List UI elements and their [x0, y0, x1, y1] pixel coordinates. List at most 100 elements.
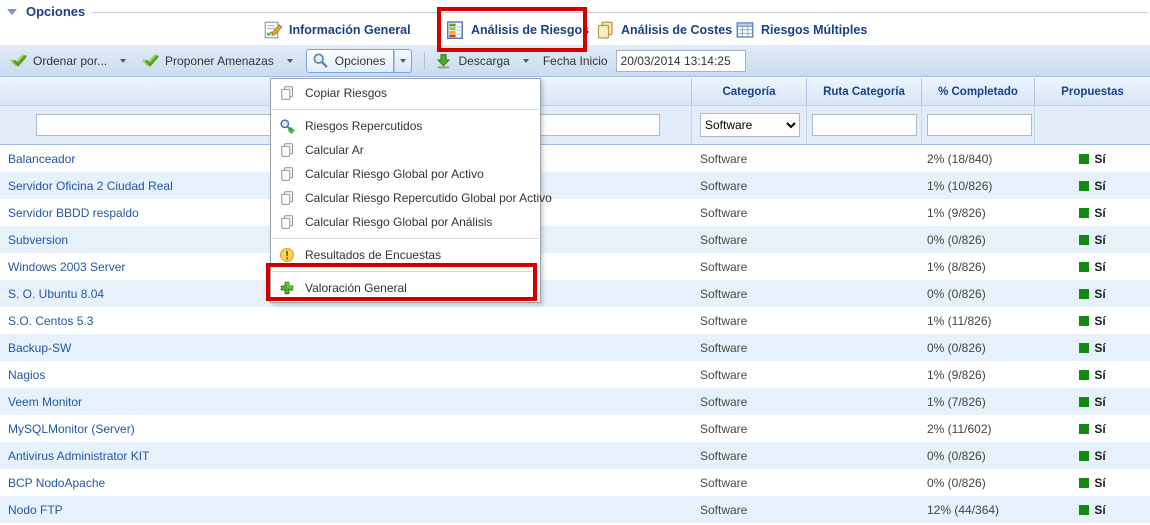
table-row[interactable]: BCP NodoApache Software 0% (0/826) Sí — [0, 469, 1150, 496]
propose-threats-button[interactable]: Proponer Amenazas — [142, 52, 293, 69]
category-cell: Software — [692, 496, 807, 523]
table-row[interactable]: Servidor Oficina 2 Ciudad Real Software … — [0, 172, 1150, 199]
top-tab-bar: Información General Análisis de Riesgos … — [0, 15, 1150, 45]
asset-name-cell: BCP NodoApache — [0, 469, 692, 496]
copy-page-icon — [279, 190, 295, 206]
completed-cell: 0% (0/826) — [922, 226, 1035, 253]
column-header-ruta-categoria[interactable]: Ruta Categoría — [807, 78, 922, 105]
table-row[interactable]: Windows 2003 Server Software 1% (8/826) … — [0, 253, 1150, 280]
table-row[interactable]: S. O. Ubuntu 8.04 Software 0% (0/826) Sí — [0, 280, 1150, 307]
download-button[interactable]: Descarga — [435, 52, 528, 69]
grid-table-icon — [735, 20, 755, 40]
completed-cell: 0% (0/826) — [922, 280, 1035, 307]
route-category-filter-input[interactable] — [812, 114, 917, 136]
add-icon — [279, 280, 295, 296]
proposals-cell: Sí — [1035, 145, 1150, 172]
completed-cell: 2% (11/602) — [922, 415, 1035, 442]
menu-item-calcular-riesgo-global-por-activo[interactable]: Calcular Riesgo Global por Activo — [271, 162, 540, 186]
table-row[interactable]: MySQLMonitor (Server) Software 2% (11/60… — [0, 415, 1150, 442]
route-category-cell — [807, 253, 922, 280]
table-row[interactable]: Nodo FTP Software 12% (44/364) Sí — [0, 496, 1150, 523]
legend-divider — [92, 12, 1148, 13]
table-row[interactable]: Antivirus Administrator KIT Software 0% … — [0, 442, 1150, 469]
asset-name-cell: Nagios — [0, 361, 692, 388]
start-date-input[interactable] — [616, 50, 746, 72]
route-category-cell — [807, 226, 922, 253]
start-date-label: Fecha Inicio — [543, 54, 608, 68]
route-category-cell — [807, 415, 922, 442]
asset-name-cell: Nodo FTP — [0, 496, 692, 523]
column-header-categoria[interactable]: Categoría — [692, 78, 807, 105]
table-row[interactable]: Backup-SW Software 0% (0/826) Sí — [0, 334, 1150, 361]
completed-filter-input[interactable] — [927, 114, 1032, 136]
proposal-value: Sí — [1094, 341, 1105, 355]
proposals-cell: Sí — [1035, 361, 1150, 388]
proposal-green-square-icon — [1079, 289, 1089, 299]
tab-analisis-de-costes[interactable]: Análisis de Costes — [595, 15, 732, 45]
table-row[interactable]: Veem Monitor Software 1% (7/826) Sí — [0, 388, 1150, 415]
menu-item-calcular-ar[interactable]: Calcular Ar — [271, 138, 540, 162]
proposals-cell: Sí — [1035, 388, 1150, 415]
proposal-green-square-icon — [1079, 343, 1089, 353]
copy-page-icon — [279, 142, 295, 158]
menu-item-copiar-riesgos[interactable]: Copiar Riesgos — [271, 81, 540, 105]
proposal-value: Sí — [1094, 368, 1105, 382]
table-row[interactable]: Nagios Software 1% (9/826) Sí — [0, 361, 1150, 388]
route-category-cell — [807, 361, 922, 388]
category-cell: Software — [692, 145, 807, 172]
route-category-cell — [807, 145, 922, 172]
proposals-cell: Sí — [1035, 199, 1150, 226]
proposal-green-square-icon — [1079, 208, 1089, 218]
proposal-value: Sí — [1094, 233, 1105, 247]
completed-cell: 1% (7/826) — [922, 388, 1035, 415]
table-row[interactable]: Balanceador Software 2% (18/840) Sí — [0, 145, 1150, 172]
menu-item-calcular-riesgo-global-por-analisis[interactable]: Calcular Riesgo Global por Análisis — [271, 210, 540, 234]
proposal-green-square-icon — [1079, 505, 1089, 515]
tab-riesgos-multiples[interactable]: Riesgos Múltiples — [735, 15, 867, 45]
menu-separator — [272, 271, 539, 272]
column-header-completado[interactable]: % Completado — [922, 78, 1035, 105]
completed-cell: 0% (0/826) — [922, 469, 1035, 496]
proposals-cell: Sí — [1035, 469, 1150, 496]
proposal-green-square-icon — [1079, 262, 1089, 272]
category-cell: Software — [692, 442, 807, 469]
chevron-down-icon — [120, 59, 126, 63]
route-category-cell — [807, 469, 922, 496]
tab-informacion-general[interactable]: Información General — [263, 15, 411, 45]
proposal-green-square-icon — [1079, 235, 1089, 245]
category-cell: Software — [692, 388, 807, 415]
proposal-value: Sí — [1094, 287, 1105, 301]
column-header-propuestas[interactable]: Propuestas — [1035, 78, 1150, 105]
menu-item-valoracion-general[interactable]: Valoración General — [271, 276, 540, 300]
route-category-cell — [807, 334, 922, 361]
magnifier-icon — [312, 52, 329, 69]
sort-by-button[interactable]: Ordenar por... — [10, 52, 126, 69]
options-button[interactable]: Opciones — [306, 49, 395, 73]
asset-name-cell: MySQLMonitor (Server) — [0, 415, 692, 442]
options-split-button: Opciones — [306, 49, 413, 73]
chevron-down-icon — [523, 59, 529, 63]
proposals-cell: Sí — [1035, 253, 1150, 280]
table-row[interactable]: S.O. Centos 5.3 Software 1% (11/826) Sí — [0, 307, 1150, 334]
menu-item-resultados-de-encuestas[interactable]: Resultados de Encuestas — [271, 243, 540, 267]
category-filter-select[interactable]: Software — [700, 113, 800, 137]
route-category-cell — [807, 496, 922, 523]
proposal-value: Sí — [1094, 206, 1105, 220]
search-plus-icon — [279, 118, 295, 134]
category-cell: Software — [692, 307, 807, 334]
options-menu-arrow-button[interactable] — [394, 49, 412, 73]
category-cell: Software — [692, 226, 807, 253]
proposals-cell: Sí — [1035, 415, 1150, 442]
grid-toolbar: Ordenar por... Proponer Amenazas Opcione… — [0, 45, 1150, 77]
menu-item-calcular-riesgo-repercutido-global-por-activo[interactable]: Calcular Riesgo Repercutido Global por A… — [271, 186, 540, 210]
grid-filter-row: Software — [0, 106, 1150, 145]
proposals-cell: Sí — [1035, 496, 1150, 523]
category-cell: Software — [692, 469, 807, 496]
table-row[interactable]: Servidor BBDD respaldo Software 1% (9/82… — [0, 199, 1150, 226]
route-category-cell — [807, 307, 922, 334]
proposal-green-square-icon — [1079, 478, 1089, 488]
table-row[interactable]: Subversion Software 0% (0/826) Sí — [0, 226, 1150, 253]
menu-item-riesgos-repercutidos[interactable]: Riesgos Repercutidos — [271, 114, 540, 138]
tab-analisis-de-riesgos[interactable]: Análisis de Riesgos — [445, 15, 589, 45]
proposal-value: Sí — [1094, 395, 1105, 409]
